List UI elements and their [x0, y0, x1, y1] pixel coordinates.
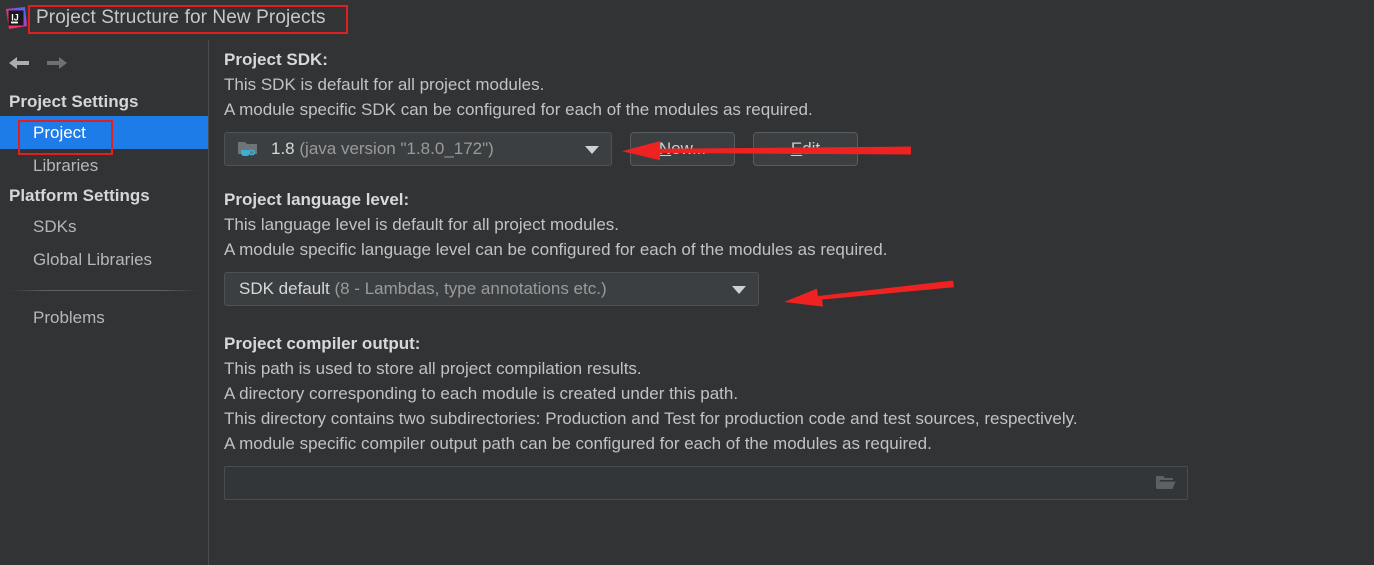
- project-language-level-desc-2: A module specific language level can be …: [224, 237, 1364, 262]
- project-language-level-title: Project language level:: [224, 188, 1364, 212]
- project-language-level-section: Project language level: This language le…: [224, 188, 1364, 306]
- arrow-right-icon[interactable]: [42, 50, 72, 76]
- edit-sdk-button[interactable]: Edit: [753, 132, 858, 166]
- project-structure-dialog: IJ Project Structure for New Projects Pr…: [0, 0, 1374, 565]
- sidebar-item-sdks[interactable]: SDKs: [0, 210, 208, 243]
- project-sdk-detail: (java version "1.8.0_172"): [299, 139, 493, 158]
- sidebar-divider: [10, 290, 198, 291]
- new-button-mnemonic: N: [659, 139, 671, 159]
- sidebar-item-libraries[interactable]: Libraries: [0, 149, 208, 182]
- chevron-down-icon: [732, 286, 746, 294]
- project-sdk-section: Project SDK: This SDK is default for all…: [224, 48, 1364, 166]
- project-language-level-controls-row: SDK default (8 - Lambdas, type annotatio…: [224, 272, 1364, 306]
- sidebar-item-project[interactable]: Project: [0, 116, 208, 149]
- project-sdk-controls-row: 1.8 (java version "1.8.0_172") New... Ed…: [224, 132, 1364, 166]
- new-button-label: ew...: [671, 139, 706, 159]
- settings-sidebar: Project Settings Project Libraries Platf…: [0, 88, 208, 565]
- open-folder-icon[interactable]: [1145, 467, 1187, 499]
- project-sdk-dropdown[interactable]: 1.8 (java version "1.8.0_172"): [224, 132, 612, 166]
- project-language-level-value: SDK default (8 - Lambdas, type annotatio…: [239, 279, 607, 299]
- project-sdk-title: Project SDK:: [224, 48, 1364, 72]
- project-language-level-selected: SDK default: [239, 279, 330, 298]
- new-sdk-button[interactable]: New...: [630, 132, 735, 166]
- title-bar: IJ Project Structure for New Projects: [0, 0, 1374, 40]
- project-compiler-output-desc-4: A module specific compiler output path c…: [224, 431, 1364, 456]
- project-sdk-desc-1: This SDK is default for all project modu…: [224, 72, 1364, 97]
- project-compiler-output-section: Project compiler output: This path is us…: [224, 332, 1364, 500]
- project-compiler-output-desc-3: This directory contains two subdirectori…: [224, 406, 1364, 431]
- project-compiler-output-desc-2: A directory corresponding to each module…: [224, 381, 1364, 406]
- arrow-left-icon[interactable]: [4, 50, 34, 76]
- project-sdk-value: 1.8 (java version "1.8.0_172"): [237, 139, 494, 159]
- sidebar-splitter[interactable]: [208, 40, 209, 565]
- intellij-idea-logo-icon: IJ: [3, 5, 29, 31]
- project-sdk-version: 1.8: [271, 139, 295, 158]
- project-language-level-dropdown[interactable]: SDK default (8 - Lambdas, type annotatio…: [224, 272, 759, 306]
- svg-text:IJ: IJ: [11, 12, 19, 22]
- project-sdk-desc-2: A module specific SDK can be configured …: [224, 97, 1364, 122]
- project-compiler-output-desc-1: This path is used to store all project c…: [224, 356, 1364, 381]
- settings-content-panel: Project SDK: This SDK is default for all…: [224, 48, 1364, 500]
- sidebar-item-problems[interactable]: Problems: [0, 301, 208, 334]
- chevron-down-icon: [585, 146, 599, 154]
- sidebar-item-global-libraries[interactable]: Global Libraries: [0, 243, 208, 276]
- project-language-level-detail: (8 - Lambdas, type annotations etc.): [334, 279, 606, 298]
- edit-button-mnemonic: E: [791, 139, 802, 159]
- window-title: Project Structure for New Projects: [36, 7, 326, 29]
- navigation-bar: [0, 44, 208, 82]
- project-compiler-output-title: Project compiler output:: [224, 332, 1364, 356]
- sidebar-group-platform-settings: Platform Settings: [0, 182, 208, 210]
- project-compiler-output-path-field[interactable]: [224, 466, 1188, 500]
- sidebar-group-project-settings: Project Settings: [0, 88, 208, 116]
- edit-button-label: dit: [802, 139, 820, 159]
- project-language-level-desc-1: This language level is default for all p…: [224, 212, 1364, 237]
- java-sdk-folder-icon: [237, 139, 259, 159]
